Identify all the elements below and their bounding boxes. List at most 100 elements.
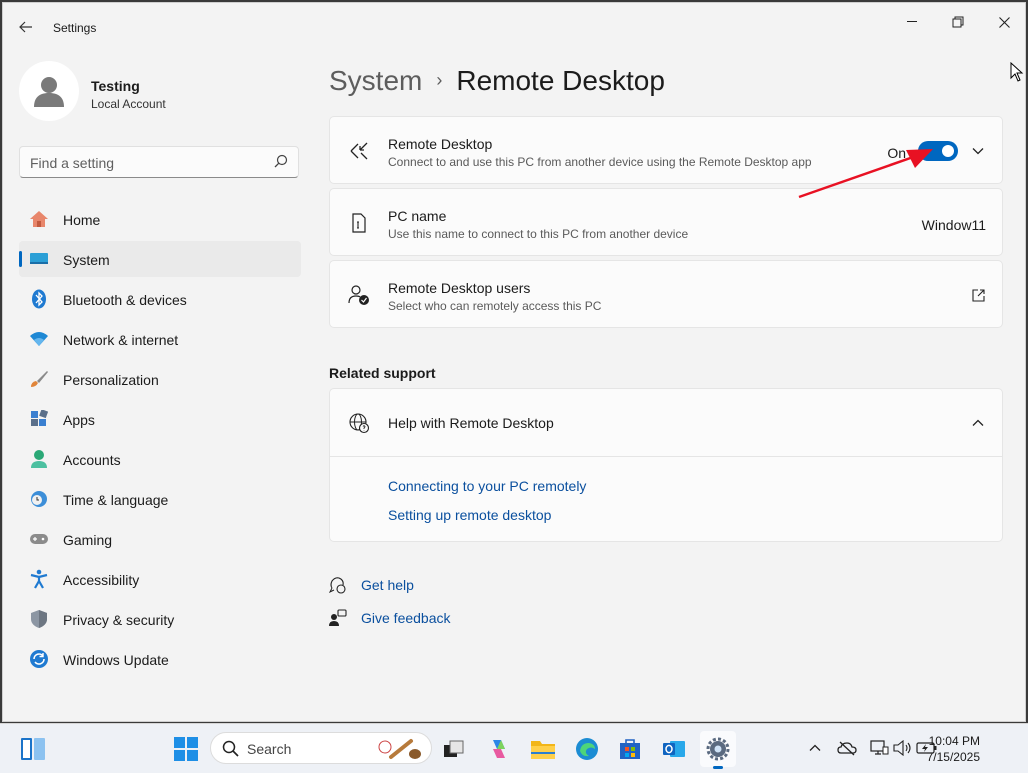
accessibility-icon	[29, 569, 49, 589]
sidebar-item-network[interactable]: Network & internet	[19, 321, 301, 357]
open-external-button[interactable]	[968, 285, 988, 305]
remote-desktop-users-card[interactable]: Remote Desktop users Select who can remo…	[329, 260, 1003, 328]
taskbar-clock[interactable]: 10:04 PM 7/15/2025	[927, 733, 980, 765]
task-view-button[interactable]	[436, 731, 472, 767]
sidebar-item-system[interactable]: System	[19, 241, 301, 277]
outlook-icon	[663, 741, 685, 757]
store-icon	[620, 739, 640, 759]
link-connecting-remotely[interactable]: Connecting to your PC remotely	[388, 478, 586, 494]
back-button[interactable]	[11, 13, 41, 41]
sidebar-item-label: Personalization	[63, 372, 159, 388]
shield-icon	[29, 609, 49, 629]
remote-desktop-description: Connect to and use this PC from another …	[388, 155, 812, 169]
edge-button[interactable]	[569, 731, 605, 767]
get-help-icon	[328, 575, 348, 595]
widgets-button[interactable]	[15, 731, 51, 767]
taskbar-search-box[interactable]: Search	[210, 732, 432, 764]
toggle-knob	[942, 145, 954, 157]
sidebar-item-label: System	[63, 252, 110, 268]
task-view-icon	[444, 740, 464, 757]
sidebar-item-gaming[interactable]: Gaming	[19, 521, 301, 557]
annotation-arrow-icon	[798, 149, 933, 199]
breadcrumb-parent[interactable]: System	[329, 65, 422, 96]
chevron-up-icon	[809, 744, 821, 751]
user-profile[interactable]: Testing Local Account	[19, 61, 299, 123]
mouse-cursor-icon	[1010, 62, 1024, 82]
sidebar-nav: Home System Bluetooth & devices Network …	[19, 201, 301, 681]
home-icon	[29, 209, 49, 229]
rd-users-title: Remote Desktop users	[388, 280, 531, 296]
chevron-down-icon	[972, 148, 984, 155]
sidebar-item-label: Accounts	[63, 452, 121, 468]
copilot-button[interactable]	[481, 731, 517, 767]
taskbar: Search 10:04 PM 7/15/2025	[0, 723, 1028, 773]
accounts-icon	[29, 449, 49, 469]
brush-icon	[29, 369, 49, 389]
chevron-up-icon	[972, 419, 984, 426]
bluetooth-icon	[29, 289, 49, 309]
minimize-icon	[907, 21, 917, 22]
folder-icon	[531, 741, 555, 759]
system-icon	[29, 249, 49, 269]
link-setting-up-remote-desktop[interactable]: Setting up remote desktop	[388, 507, 551, 523]
search-placeholder: Find a setting	[30, 155, 115, 171]
expand-chevron-button[interactable]	[968, 141, 988, 161]
windows-logo-icon	[174, 737, 198, 761]
show-hidden-icons-button[interactable]	[804, 737, 826, 759]
network-ethernet-icon	[870, 740, 889, 755]
network-status-button[interactable]	[868, 737, 890, 759]
file-explorer-button[interactable]	[525, 731, 561, 767]
sidebar-item-label: Accessibility	[63, 572, 140, 588]
sidebar-item-windows-update[interactable]: Windows Update	[19, 641, 301, 677]
clock-globe-icon	[29, 489, 49, 509]
help-title: Help with Remote Desktop	[388, 415, 554, 431]
settings-taskbar-button[interactable]	[700, 731, 736, 769]
start-button[interactable]	[168, 731, 204, 767]
sidebar-item-label: Network & internet	[63, 332, 179, 348]
sidebar-item-personalization[interactable]: Personalization	[19, 361, 301, 397]
settings-window: Settings Testing Local Account Find a se…	[2, 2, 1026, 722]
sidebar-item-label: Time & language	[63, 492, 169, 508]
sidebar-item-accounts[interactable]: Accounts	[19, 441, 301, 477]
wifi-icon	[29, 329, 49, 349]
sidebar-item-label: Gaming	[63, 532, 113, 548]
search-icon	[222, 740, 239, 757]
sidebar-item-accessibility[interactable]: Accessibility	[19, 561, 301, 597]
breadcrumb-separator: ›	[436, 70, 443, 90]
breadcrumb: System › Remote Desktop	[329, 65, 665, 97]
user-name: Testing	[91, 78, 140, 94]
collapse-chevron-button[interactable]	[968, 413, 988, 433]
title-bar: Settings	[3, 3, 1025, 51]
search-icon	[274, 154, 288, 168]
active-app-indicator	[713, 766, 723, 769]
sidebar-item-privacy[interactable]: Privacy & security	[19, 601, 301, 637]
volume-button[interactable]	[892, 737, 914, 759]
onedrive-offline-button[interactable]	[836, 737, 858, 759]
restore-icon	[952, 16, 964, 28]
pc-name-title: PC name	[388, 208, 447, 224]
gear-icon	[706, 737, 730, 761]
give-feedback-link[interactable]: Give feedback	[361, 610, 451, 626]
close-button[interactable]	[981, 7, 1027, 37]
open-external-icon	[971, 288, 985, 302]
sidebar-item-home[interactable]: Home	[19, 201, 301, 237]
sidebar-item-label: Windows Update	[63, 652, 169, 668]
volume-icon	[893, 740, 911, 756]
help-expander-header[interactable]: Help with Remote Desktop	[330, 389, 1002, 457]
store-button[interactable]	[612, 731, 648, 767]
sidebar-item-apps[interactable]: Apps	[19, 401, 301, 437]
sidebar-item-bluetooth[interactable]: Bluetooth & devices	[19, 281, 301, 317]
maximize-button[interactable]	[935, 7, 981, 37]
sidebar-item-time-language[interactable]: Time & language	[19, 481, 301, 517]
settings-search-box[interactable]: Find a setting	[19, 146, 299, 178]
back-arrow-icon	[19, 21, 32, 33]
minimize-button[interactable]	[889, 7, 935, 37]
clock-date: 7/15/2025	[926, 750, 980, 764]
outlook-button[interactable]	[656, 731, 692, 767]
page-title: Remote Desktop	[456, 65, 665, 96]
clock-time: 10:04 PM	[928, 734, 980, 748]
get-help-link[interactable]: Get help	[361, 577, 414, 593]
sidebar-item-label: Bluetooth & devices	[63, 292, 187, 308]
app-title: Settings	[53, 21, 97, 35]
related-support-heading: Related support	[329, 365, 436, 381]
